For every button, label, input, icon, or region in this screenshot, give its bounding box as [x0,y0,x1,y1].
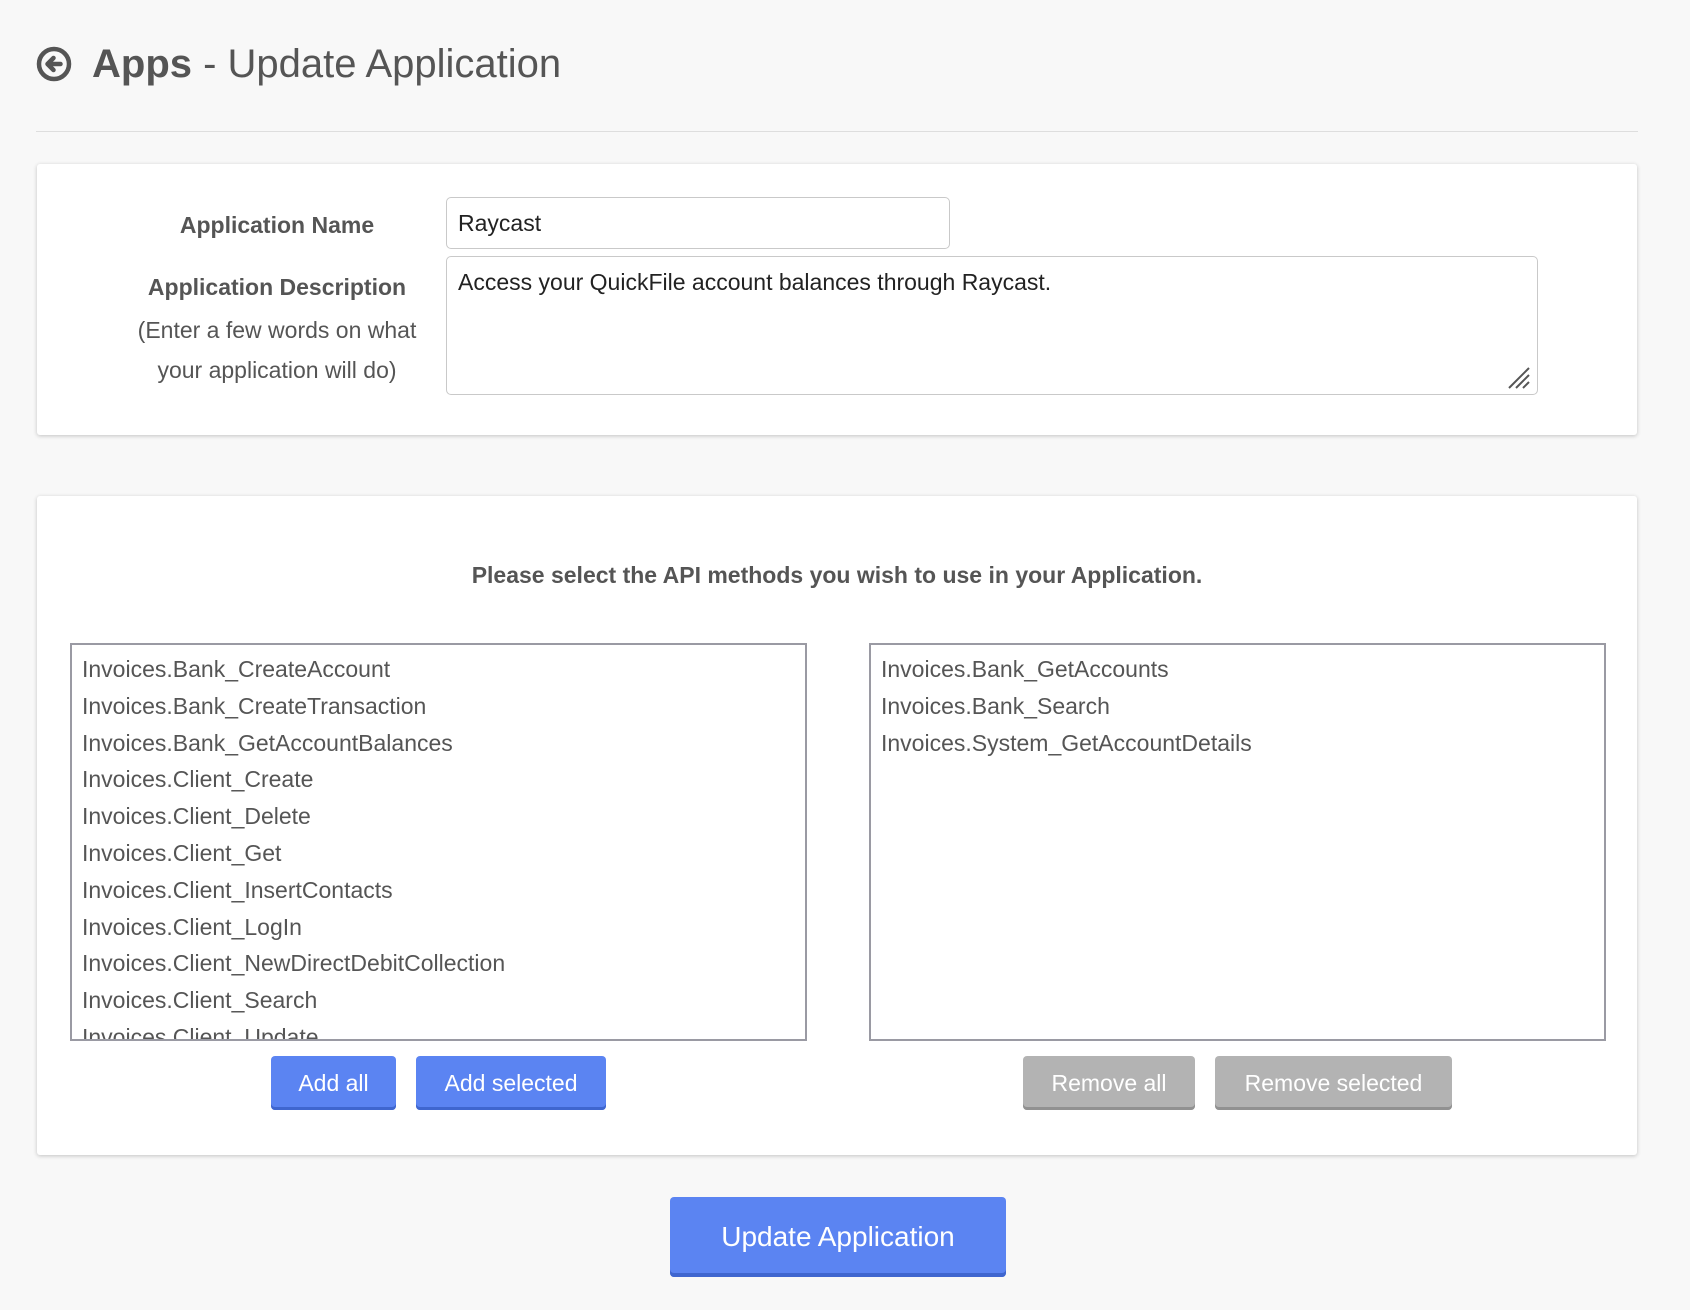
application-description-input[interactable] [446,256,1538,395]
list-item[interactable]: Invoices.Client_Update [82,1019,795,1039]
resize-grip-icon[interactable] [1505,364,1531,390]
list-item[interactable]: Invoices.Bank_CreateAccount [82,651,795,688]
hint-line-1: (Enter a few words on what [137,317,417,343]
add-all-button[interactable]: Add all [271,1056,396,1110]
header-divider [36,131,1638,132]
page-title-section: Apps [92,41,192,86]
list-item[interactable]: Invoices.Client_Create [82,761,795,798]
list-item[interactable]: Invoices.Client_InsertContacts [82,872,795,909]
list-item[interactable]: Invoices.Client_LogIn [82,909,795,946]
hint-line-2: your application will do) [157,357,397,383]
selected-methods-list[interactable]: Invoices.Bank_GetAccounts Invoices.Bank_S… [869,643,1606,1041]
update-application-page: Apps - Update Application Application Na… [0,0,1690,1310]
page-title: Apps - Update Application [92,42,561,87]
api-methods-card: Please select the API methods you wish t… [37,496,1637,1155]
list-item[interactable]: Invoices.Bank_CreateTransaction [82,688,795,725]
remove-selected-button[interactable]: Remove selected [1215,1056,1452,1110]
list-item[interactable]: Invoices.Client_Delete [82,798,795,835]
application-name-input[interactable] [446,197,950,249]
list-item[interactable]: Invoices.System_GetAccountDetails [881,725,1594,762]
application-description-hint: (Enter a few words on what your applicat… [77,310,477,390]
list-item[interactable]: Invoices.Client_Get [82,835,795,872]
api-methods-heading: Please select the API methods you wish t… [471,562,1203,588]
list-item[interactable]: Invoices.Client_NewDirectDebitCollection [82,945,795,982]
list-item[interactable]: Invoices.Bank_GetAccountBalances [82,725,795,762]
remove-all-button[interactable]: Remove all [1023,1056,1195,1110]
list-item[interactable]: Invoices.Bank_Search [881,688,1594,725]
available-methods-list[interactable]: Invoices.Bank_CreateAccount Invoices.Bank… [70,643,807,1041]
page-title-subtitle: - Update Application [192,41,562,86]
application-details-card: Application Name Application Description… [37,164,1637,435]
add-selected-button[interactable]: Add selected [416,1056,606,1110]
update-application-button[interactable]: Update Application [670,1197,1006,1277]
list-item[interactable]: Invoices.Client_Search [82,982,795,1019]
application-description-label: Application Description [147,274,407,300]
application-name-label: Application Name [179,212,375,238]
page-header: Apps - Update Application [36,38,561,90]
list-item[interactable]: Invoices.Bank_GetAccounts [881,651,1594,688]
circle-arrow-left-icon[interactable] [36,46,72,82]
